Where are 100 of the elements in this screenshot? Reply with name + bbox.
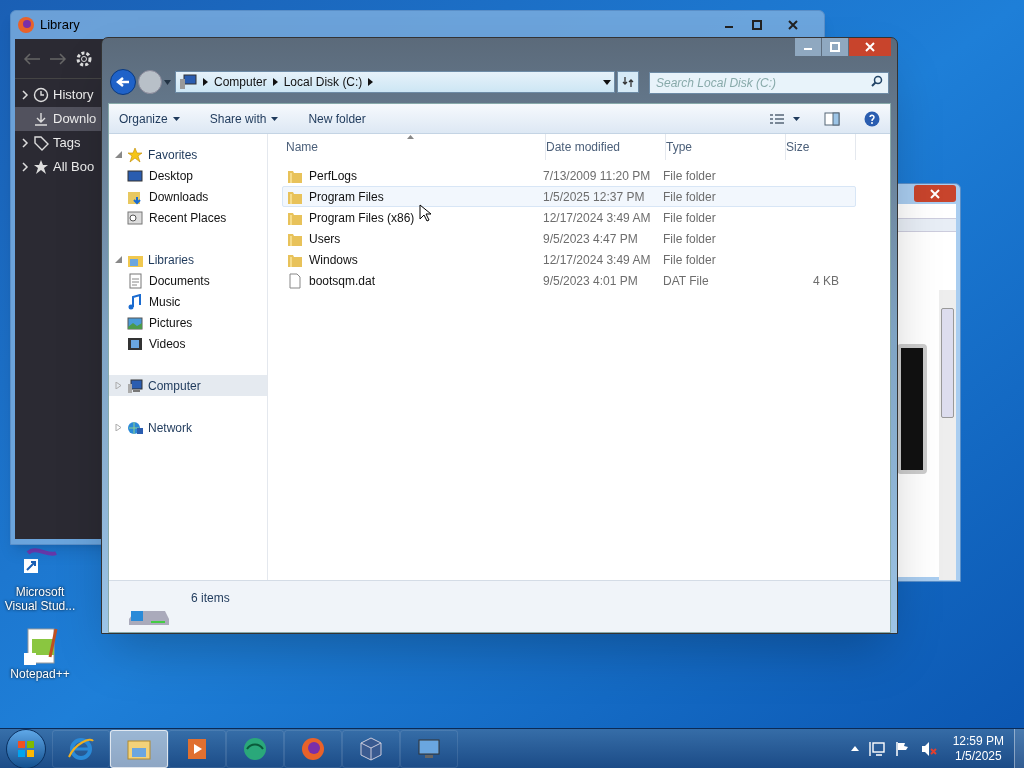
back-arrow-icon: [23, 51, 41, 66]
nav-item[interactable]: Recent Places: [109, 207, 267, 228]
library-nav-item[interactable]: History: [15, 83, 101, 107]
show-desktop-button[interactable]: [1014, 728, 1024, 768]
clock-date[interactable]: 1/5/2025: [954, 748, 1002, 764]
file-name: bootsqm.dat: [309, 272, 376, 290]
maximize-icon: [830, 42, 840, 52]
breadcrumb-link[interactable]: Local Disk (C:): [283, 73, 363, 91]
breadcrumb-arrow-icon: [272, 78, 278, 86]
column-header[interactable]: Size: [786, 134, 856, 160]
clock-window-icon: [127, 209, 143, 226]
library-nav-item[interactable]: Downlo: [15, 107, 101, 131]
nav-label: Network: [148, 419, 192, 437]
collapsed-triangle-icon: [115, 424, 122, 431]
clock-icon: [33, 87, 49, 103]
column-header[interactable]: Date modified: [546, 134, 666, 160]
tag-icon: [33, 135, 49, 151]
windows-logo-icon: [17, 739, 35, 758]
close-button[interactable]: [849, 38, 891, 56]
nav-label: History: [53, 86, 94, 105]
computer-icon: [179, 74, 197, 90]
nav-item[interactable]: Downloads: [109, 186, 267, 207]
nav-label: Videos: [149, 335, 186, 353]
file-type: File folder: [663, 251, 717, 269]
nav-item[interactable]: Music: [109, 291, 267, 312]
flag-icon: [894, 740, 911, 757]
date-modified: 12/17/2024 3:49 AM: [543, 209, 652, 227]
shortcut-label[interactable]: Microsoft Visual Stud...: [2, 585, 78, 613]
nav-label: Recent Places: [149, 209, 227, 227]
clock-time[interactable]: 12:59 PM: [952, 733, 1004, 749]
toolbar-button[interactable]: New folder: [308, 109, 366, 128]
toolbar-button[interactable]: Organize: [119, 109, 180, 128]
nav-item[interactable]: Documents: [109, 270, 267, 291]
taskbar-button[interactable]: [52, 729, 110, 768]
shortcut-label[interactable]: Notepad++: [10, 667, 70, 681]
nav-item[interactable]: Pictures: [109, 312, 267, 333]
toolbar-button[interactable]: Share with: [209, 109, 279, 128]
breadcrumb-arrow-icon: [203, 78, 208, 86]
nav-label: Favorites: [148, 146, 198, 164]
nav-item[interactable]: Favorites: [109, 144, 267, 165]
close-button[interactable]: [914, 185, 956, 202]
file-row[interactable]: bootsqm.dat 9/5/2023 4:01 PM DAT File 4 KB: [282, 270, 856, 291]
file-type: File folder: [663, 188, 717, 206]
nav-item[interactable]: Videos: [109, 333, 267, 354]
network-globe-icon: [127, 419, 143, 436]
nav-label: Pictures: [149, 314, 193, 332]
taskbar-button[interactable]: [110, 729, 168, 768]
file-name: Windows: [309, 251, 358, 269]
document-icon: [127, 272, 143, 289]
address-bar[interactable]: Computer Local Disk (C:): [175, 71, 615, 93]
file-row[interactable]: Program Files (x86) 12/17/2024 3:49 AM File folder: [282, 207, 856, 228]
file-type: File folder: [663, 230, 717, 248]
nav-label: Music: [149, 293, 181, 311]
details-view-icon: [769, 112, 785, 125]
star-icon: [127, 146, 143, 163]
library-nav-item[interactable]: All Boo: [15, 155, 101, 179]
scrollbar[interactable]: [939, 290, 956, 580]
view-options-button[interactable]: [769, 112, 800, 125]
computer-icon: [127, 377, 143, 394]
file-row[interactable]: Windows 12/17/2024 3:49 AM File folder: [282, 249, 856, 270]
file-name: PerfLogs: [309, 167, 358, 185]
network-icon: [868, 740, 885, 757]
taskbar-button[interactable]: [400, 729, 458, 768]
start-button[interactable]: [6, 728, 46, 768]
nav-label: Libraries: [148, 251, 195, 269]
help-button[interactable]: [864, 110, 880, 127]
taskbar-button[interactable]: [226, 729, 284, 768]
preview-pane-button[interactable]: [824, 111, 840, 126]
taskbar-button[interactable]: [284, 729, 342, 768]
file-name: Users: [309, 230, 341, 248]
column-header[interactable]: Type: [666, 134, 786, 160]
nav-label: Downlo: [53, 110, 97, 129]
date-modified: 9/5/2023 4:01 PM: [543, 272, 639, 290]
file-row[interactable]: Users 9/5/2023 4:47 PM File folder: [282, 228, 856, 249]
search-field[interactable]: Search Local Disk (C:): [649, 72, 889, 94]
date-modified: 7/13/2009 11:20 PM: [543, 167, 652, 185]
refresh-button[interactable]: [617, 71, 639, 93]
nav-item[interactable]: Computer: [109, 375, 267, 396]
close-icon: [865, 42, 875, 52]
nav-item[interactable]: Libraries: [109, 249, 267, 270]
monitor-icon: [127, 167, 143, 184]
star-icon: [33, 159, 49, 175]
nav-label: Computer: [148, 377, 201, 395]
breadcrumb-link[interactable]: Computer: [214, 73, 267, 91]
search-icon: [871, 75, 883, 87]
file-type: File folder: [663, 209, 717, 227]
nav-item[interactable]: Desktop: [109, 165, 267, 186]
taskbar-button[interactable]: [342, 729, 400, 768]
taskbar-button[interactable]: [168, 729, 226, 768]
maximize-icon: [752, 20, 762, 30]
file-row[interactable]: PerfLogs 7/13/2009 11:20 PM File folder: [282, 165, 856, 186]
show-hidden-icons-arrow-icon: [850, 746, 859, 751]
date-modified: 9/5/2023 4:47 PM: [543, 230, 639, 248]
library-nav-item[interactable]: Tags: [15, 131, 101, 155]
nav-item[interactable]: Network: [109, 417, 267, 438]
expanded-triangle-icon: [115, 151, 122, 158]
refresh-arrows-icon: [622, 76, 634, 88]
settings-icon: [75, 49, 93, 68]
file-row[interactable]: Program Files 1/5/2025 12:37 PM File folder: [282, 186, 856, 207]
back-button[interactable]: [110, 69, 136, 95]
